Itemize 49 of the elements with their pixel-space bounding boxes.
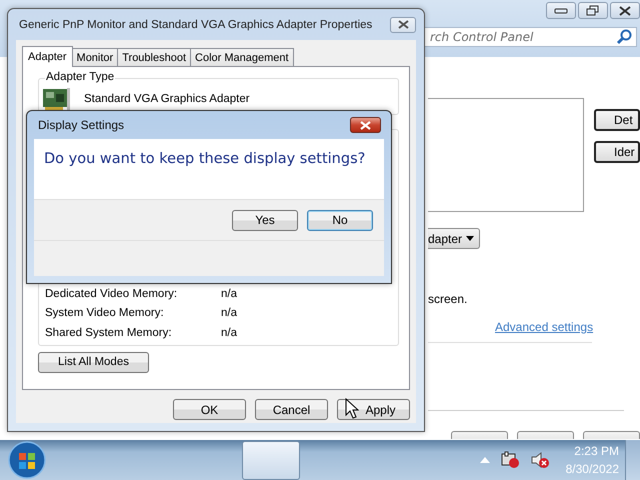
side-button[interactable]: Det (594, 109, 640, 131)
caret-icon (466, 236, 474, 241)
minimize-icon (554, 6, 568, 14)
dialog-button[interactable]: Apply (337, 399, 410, 420)
dialog-button[interactable]: Yes (232, 210, 298, 230)
button[interactable] (583, 431, 640, 439)
speaker-muted-icon[interactable] (530, 451, 550, 469)
memory-value: n/a (221, 307, 237, 320)
adapter-name: Standard VGA Graphics Adapter (84, 93, 250, 105)
close-icon (360, 120, 371, 130)
memory-label: Shared System Memory: (45, 326, 173, 339)
close-icon (398, 20, 408, 29)
button[interactable] (517, 431, 574, 439)
dialog-button[interactable]: Cancel (255, 399, 328, 420)
minimize-button[interactable] (546, 2, 576, 19)
memory-label: System Video Memory: (45, 307, 165, 320)
group-label: Adapter Type (45, 71, 116, 83)
tab[interactable]: Color Management (190, 48, 294, 66)
question-text: Do you want to keep these display settings? (44, 151, 366, 167)
clock-date: 8/30/2022 (566, 461, 619, 478)
clock-time: 2:23 PM (574, 443, 619, 460)
memory-value: n/a (221, 326, 237, 339)
tab[interactable]: Troubleshoot (117, 48, 192, 66)
dialog-title: Display Settings (37, 118, 124, 132)
advanced-settings-link[interactable]: Advanced settings (495, 320, 594, 334)
window-title: Generic PnP Monitor and Standard VGA Graphics Adapter Properties (18, 18, 372, 30)
graphics-card-icon (43, 88, 70, 110)
memory-label: Dedicated Video Memory: (45, 288, 178, 300)
button[interactable] (451, 431, 508, 439)
side-button[interactable]: Ider (594, 141, 640, 163)
mouse-pointer-icon (345, 398, 359, 420)
memory-value: n/a (221, 288, 237, 300)
restore-icon (586, 4, 600, 16)
dropdown[interactable]: dapter (428, 228, 480, 249)
list-all-modes-button[interactable]: List All Modes (38, 352, 149, 372)
close-button[interactable] (350, 117, 381, 133)
close-icon (619, 6, 631, 16)
network-error-icon[interactable] (500, 451, 520, 469)
start-button[interactable] (7, 440, 47, 480)
close-button[interactable] (610, 2, 640, 19)
close-button[interactable] (390, 16, 416, 32)
restore-button[interactable] (578, 2, 608, 19)
dialog-button[interactable]: OK (173, 399, 246, 420)
tab[interactable]: Adapter (22, 46, 73, 67)
taskbar-button[interactable] (242, 440, 300, 480)
search-icon (616, 29, 632, 45)
tab[interactable]: Monitor (72, 48, 118, 66)
dialog-button[interactable]: No (307, 210, 373, 230)
description-text: screen. (428, 292, 468, 306)
